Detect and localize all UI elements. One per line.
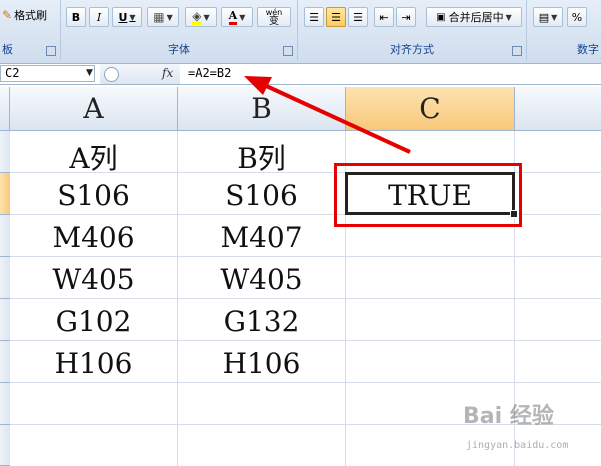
brush-icon: ✎ bbox=[2, 8, 13, 22]
cell-a4[interactable]: W405 bbox=[10, 263, 177, 296]
cell-a3[interactable]: M406 bbox=[10, 221, 177, 254]
column-header-a[interactable]: A bbox=[10, 87, 178, 131]
currency-icon: ▤ bbox=[538, 10, 550, 24]
decrease-indent-icon: ⇤ bbox=[379, 10, 389, 24]
chevron-down-icon: ▼ bbox=[203, 12, 210, 22]
row-header-6[interactable] bbox=[0, 341, 10, 383]
cell-a5[interactable]: G102 bbox=[10, 305, 177, 338]
chevron-down-icon[interactable]: ▼ bbox=[86, 68, 93, 78]
formula-input[interactable]: =A2=B2 bbox=[188, 66, 231, 80]
chevron-down-icon: ▼ bbox=[505, 12, 512, 22]
align-center-button[interactable]: ☰ bbox=[326, 7, 346, 27]
alignment-launcher-icon[interactable] bbox=[512, 46, 522, 56]
column-header-b[interactable]: B bbox=[178, 87, 346, 131]
highlight-box bbox=[334, 163, 522, 227]
name-box[interactable]: C2 bbox=[0, 65, 95, 82]
row-header-7[interactable] bbox=[0, 383, 10, 425]
column-header-d[interactable]: D bbox=[515, 87, 601, 131]
percent-button[interactable]: % bbox=[567, 7, 587, 27]
gridline bbox=[10, 382, 601, 383]
chevron-down-icon: ▼ bbox=[129, 12, 136, 22]
fill-color-button[interactable]: ◈ ▼ bbox=[185, 7, 217, 27]
merge-center-button[interactable]: ▣ 合并后居中 ▼ bbox=[426, 7, 522, 27]
column-header-c[interactable]: C bbox=[346, 87, 515, 131]
format-painter-button[interactable]: ✎ 格式刷 bbox=[2, 5, 56, 25]
alignment-group: ☰ ☰ ☰ ⇤ ⇥ ▣ 合并后居中 ▼ 对齐方式 bbox=[298, 0, 527, 60]
cell-b2[interactable]: S106 bbox=[178, 179, 345, 212]
chevron-down-icon: ▼ bbox=[166, 12, 173, 22]
phonetic-char: 变 bbox=[269, 16, 279, 27]
clipboard-group: ✎ 格式刷 板 bbox=[0, 0, 61, 60]
font-launcher-icon[interactable] bbox=[283, 46, 293, 56]
bold-button[interactable]: B bbox=[66, 7, 86, 27]
underline-label: U bbox=[118, 10, 128, 24]
increase-indent-icon: ⇥ bbox=[401, 10, 411, 24]
align-right-button[interactable]: ☰ bbox=[348, 7, 368, 27]
row-header-5[interactable] bbox=[0, 299, 10, 341]
italic-button[interactable]: I bbox=[89, 7, 109, 27]
watermark-url: jingyan.baidu.com bbox=[466, 440, 569, 451]
align-left-button[interactable]: ☰ bbox=[304, 7, 324, 27]
format-painter-label: 格式刷 bbox=[14, 9, 48, 22]
paint-bucket-icon: ◈ bbox=[192, 8, 202, 25]
gridline bbox=[10, 340, 601, 341]
phonetic-button[interactable]: wén 变 bbox=[257, 7, 291, 27]
row-header-3[interactable] bbox=[0, 215, 10, 257]
currency-button[interactable]: ▤ ▼ bbox=[533, 7, 563, 27]
gridline bbox=[10, 298, 601, 299]
cell-b6[interactable]: H106 bbox=[178, 347, 345, 380]
cell-a6[interactable]: H106 bbox=[10, 347, 177, 380]
cell-b3[interactable]: M407 bbox=[178, 221, 345, 254]
font-color-button[interactable]: A ▼ bbox=[221, 7, 253, 27]
align-left-icon: ☰ bbox=[309, 10, 319, 24]
row-header-1[interactable] bbox=[0, 131, 10, 173]
decrease-indent-button[interactable]: ⇤ bbox=[374, 7, 394, 27]
align-right-icon: ☰ bbox=[353, 10, 363, 24]
insert-function-icon[interactable]: fx bbox=[162, 66, 173, 80]
watermark: Bai 经验 bbox=[463, 404, 554, 429]
number-group-label: 数字 bbox=[577, 43, 599, 56]
ribbon: ✎ 格式刷 板 B I U ▼ ▦ ▼ ◈ ▼ A ▼ wén 变 字体 ☰ ☰ ☰ ⇤… bbox=[0, 0, 601, 64]
border-grid-icon: ▦ bbox=[153, 10, 165, 24]
merge-center-label: 合并后居中 bbox=[448, 11, 504, 24]
chevron-down-icon: ▼ bbox=[239, 12, 246, 22]
merge-cells-icon: ▣ bbox=[436, 11, 446, 23]
borders-button[interactable]: ▦ ▼ bbox=[147, 7, 179, 27]
clipboard-launcher-icon[interactable] bbox=[46, 46, 56, 56]
chevron-down-icon: ▼ bbox=[551, 12, 558, 22]
underline-button[interactable]: U ▼ bbox=[112, 7, 142, 27]
number-group: ▤ ▼ % 数字 bbox=[527, 0, 601, 60]
row-header-2[interactable] bbox=[0, 173, 10, 215]
corner-header[interactable] bbox=[0, 87, 10, 131]
increase-indent-button[interactable]: ⇥ bbox=[396, 7, 416, 27]
font-group: B I U ▼ ▦ ▼ ◈ ▼ A ▼ wén 变 字体 bbox=[61, 0, 298, 60]
font-color-letter: A bbox=[228, 9, 238, 25]
gridline bbox=[10, 256, 601, 257]
align-center-icon: ☰ bbox=[331, 10, 341, 24]
cell-a1[interactable]: A列 bbox=[10, 137, 177, 177]
alignment-group-label: 对齐方式 bbox=[390, 43, 434, 56]
row-header-4[interactable] bbox=[0, 257, 10, 299]
cell-a2[interactable]: S106 bbox=[10, 179, 177, 212]
font-group-label: 字体 bbox=[168, 43, 190, 56]
circle-icon bbox=[104, 67, 119, 82]
cell-b4[interactable]: W405 bbox=[178, 263, 345, 296]
cell-b5[interactable]: G132 bbox=[178, 305, 345, 338]
row-header-8[interactable] bbox=[0, 425, 10, 466]
cell-b1[interactable]: B列 bbox=[178, 137, 345, 177]
